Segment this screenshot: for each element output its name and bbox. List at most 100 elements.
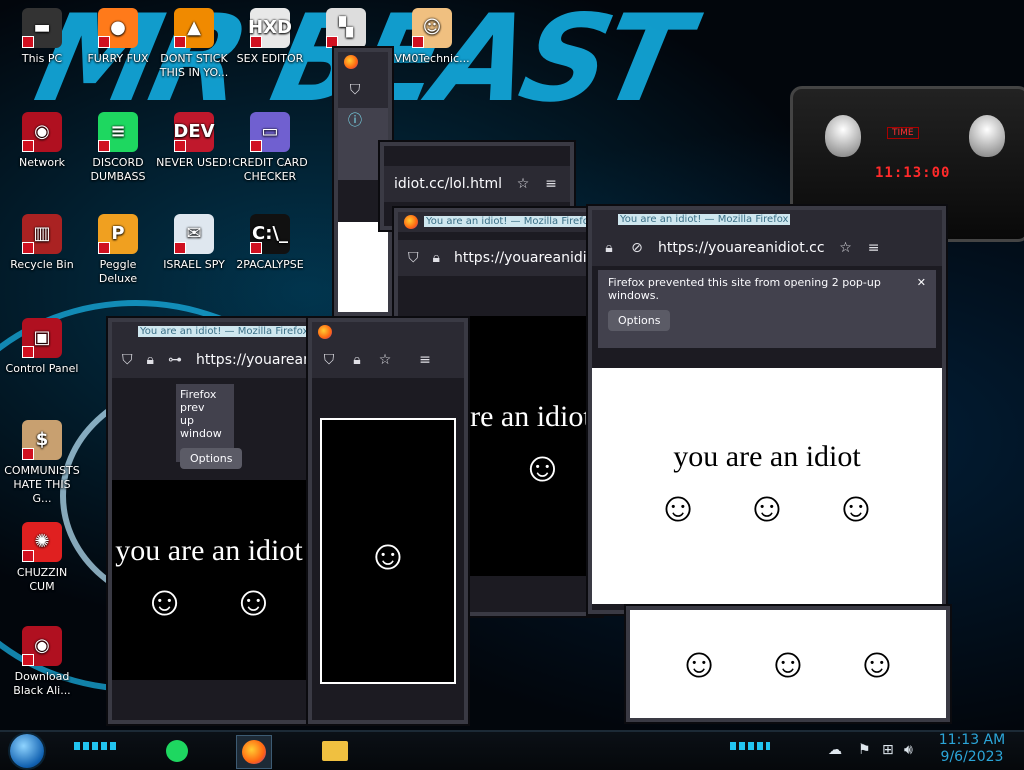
smiley-icon: ☺ — [521, 445, 564, 491]
desktop-icon[interactable]: ◉ Network — [4, 112, 80, 170]
taskbar-file-explorer[interactable] — [318, 735, 352, 767]
desktop-icon[interactable]: DEV NEVER USED! — [156, 112, 232, 170]
taskbar-spotify[interactable] — [160, 735, 194, 767]
folder-icon — [322, 741, 348, 761]
app-icon: ☺ — [412, 8, 452, 48]
window-title: You are an idiot! — Mozilla Firefox — [592, 210, 942, 230]
page-text: you are an idiot — [115, 534, 303, 567]
taskbar-clock[interactable]: 11:13 AM 9/6/2023 — [930, 732, 1014, 766]
desktop: MR BEAST ▬ This PC ● FURRY FUX ▲ DONT STICK T… — [0, 0, 1024, 730]
page-content — [338, 222, 388, 312]
desktop-icon[interactable]: HXD SEX EDITOR — [232, 8, 308, 66]
desktop-icon[interactable]: C:\_ 2PACALYPSE — [232, 214, 308, 272]
app-icon: HXD — [248, 8, 292, 48]
options-button[interactable]: Options — [608, 310, 671, 331]
smiley-icon: ☺ — [766, 641, 810, 687]
app-icon: ✺ — [22, 522, 62, 562]
star-icon[interactable]: ☆ — [378, 353, 392, 367]
desktop-icon[interactable]: ✉ ISRAEL SPY — [156, 214, 232, 272]
spotify-icon — [166, 740, 188, 762]
flag-icon[interactable]: ⚑ — [858, 742, 871, 758]
firefox-window[interactable]: You are an idiot! — Mozilla Firefox 🔒︎ ⊘… — [592, 210, 942, 610]
url-bar[interactable]: https://youareanidiot.cc — [658, 240, 825, 256]
toolbar: idiot.cc/lol.html ☆ ≡ — [384, 166, 570, 202]
app-icon: ≡ — [98, 112, 138, 152]
volume-icon[interactable]: 🔊︎ — [904, 742, 913, 758]
shield-icon[interactable]: ⛉ — [408, 251, 419, 265]
desktop-icon[interactable]: ≡ DISCORD DUMBASS — [80, 112, 156, 184]
desktop-icon[interactable]: ▚ — [308, 8, 384, 52]
firefox-window[interactable]: ☺ ☺ ☺ — [630, 610, 946, 718]
desktop-icon-label: VM0Technic... — [394, 52, 470, 65]
desktop-icon-label: Recycle Bin — [10, 258, 74, 271]
app-icon: ▥ — [22, 214, 62, 254]
smiley-row: ☺ ☺ — [143, 578, 275, 626]
permissions-icon[interactable]: ⊘ — [630, 241, 644, 255]
desktop-icon[interactable]: $ COMMUNISTS HATE THIS G... — [4, 420, 80, 506]
desktop-icon[interactable]: P Peggle Deluxe — [80, 214, 156, 286]
shield-icon[interactable]: ⛉ — [122, 353, 133, 367]
menu-icon[interactable]: ≡ — [867, 241, 881, 255]
window-title: You are an idiot! — Mozilla Firefox — [398, 212, 598, 232]
desktop-icon[interactable]: ▬ This PC — [4, 8, 80, 66]
desktop-icon[interactable]: ☺ VM0Technic... — [394, 8, 470, 66]
alien-head-icon — [825, 115, 861, 157]
firefox-icon — [242, 740, 266, 764]
cloud-icon[interactable]: ☁ — [828, 742, 842, 758]
firefox-icon — [344, 55, 358, 69]
firefox-icon — [318, 325, 332, 339]
window-title — [384, 146, 570, 166]
notice-text: up window — [180, 414, 222, 440]
taskbar-decoration — [730, 742, 770, 750]
desktop-icon-label: Download Black Ali... — [13, 670, 71, 697]
permissions-icon[interactable]: ⊶ — [168, 353, 182, 367]
firefox-window[interactable]: ⛉ 🔒︎ ☆ ≡ ☺ — [312, 322, 464, 720]
app-icon: DEV — [173, 112, 215, 152]
network-icon[interactable]: ⊞ — [882, 742, 894, 758]
toolbar: ⛉ — [338, 72, 388, 108]
shield-icon[interactable]: ⛉ — [322, 353, 336, 367]
options-button[interactable]: Options — [180, 448, 243, 469]
taskbar-firefox[interactable] — [236, 735, 272, 769]
desktop-icon[interactable]: ▥ Recycle Bin — [4, 214, 80, 272]
star-icon[interactable]: ☆ — [516, 177, 530, 191]
desktop-icon-label: CHUZZIN CUM — [16, 566, 68, 593]
desktop-icon[interactable]: ▲ DONT STICK THIS IN YO... — [156, 8, 232, 80]
desktop-icon-label: CREDIT CARD CHECKER — [232, 156, 308, 183]
page-content: you are an idiot ☺ ☺ ☺ — [592, 368, 942, 604]
desktop-icon-label: COMMUNISTS HATE THIS G... — [4, 464, 80, 505]
shield-icon[interactable]: ⛉ — [348, 83, 362, 97]
desktop-icon-label: NEVER USED! — [156, 156, 232, 169]
firefox-window[interactable]: ⛉ ⓘ — [338, 52, 388, 312]
url-bar[interactable]: https://youareanidiot.cc — [196, 352, 306, 368]
widget-label: TIME — [887, 127, 919, 139]
desktop-icon-label: Peggle Deluxe — [98, 258, 138, 285]
url-bar[interactable]: https://youareanidiot.cc — [454, 250, 598, 266]
smiley-row: ☺ ☺ ☺ — [678, 640, 899, 688]
desktop-icon[interactable]: ● FURRY FUX — [80, 8, 156, 66]
start-button[interactable] — [10, 734, 44, 768]
toolbar: ⛉ 🔒︎ ☆ ≡ — [312, 342, 464, 378]
desktop-icon[interactable]: ▭ CREDIT CARD CHECKER — [232, 112, 308, 184]
star-icon[interactable]: ☆ — [839, 241, 853, 255]
lock-icon: 🔒︎ — [605, 240, 613, 256]
window-title — [312, 322, 464, 342]
desktop-icon-label: DONT STICK THIS IN YO... — [159, 52, 229, 79]
smiley-icon: ☺ — [677, 641, 721, 687]
taskbar: ☁ ⚑ ⊞ 🔊︎ 11:13 AM 9/6/2023 — [0, 730, 1024, 770]
firefox-window[interactable]: You are an idiot! — Mozilla Firefox ⛉ 🔒︎… — [112, 322, 306, 720]
widget-time: 11:13:00 — [875, 165, 951, 181]
desktop-icon[interactable]: ▣ Control Panel — [4, 318, 80, 376]
app-icon: ▚ — [326, 8, 366, 48]
app-icon: ● — [98, 8, 138, 48]
firefox-icon — [404, 215, 418, 229]
menu-icon[interactable]: ≡ — [544, 177, 558, 191]
url-bar[interactable]: idiot.cc/lol.html — [394, 176, 502, 192]
desktop-icon-label: Control Panel — [5, 362, 79, 375]
desktop-icon[interactable]: ✺ CHUZZIN CUM — [4, 522, 80, 594]
toolbar: 🔒︎ ⊘ https://youareanidiot.cc ☆ ≡ — [592, 230, 942, 266]
app-icon: ▭ — [250, 112, 290, 152]
close-icon[interactable]: ✕ — [917, 276, 926, 289]
desktop-icon[interactable]: ◉ Download Black Ali... — [4, 626, 80, 698]
menu-icon[interactable]: ≡ — [418, 353, 432, 367]
